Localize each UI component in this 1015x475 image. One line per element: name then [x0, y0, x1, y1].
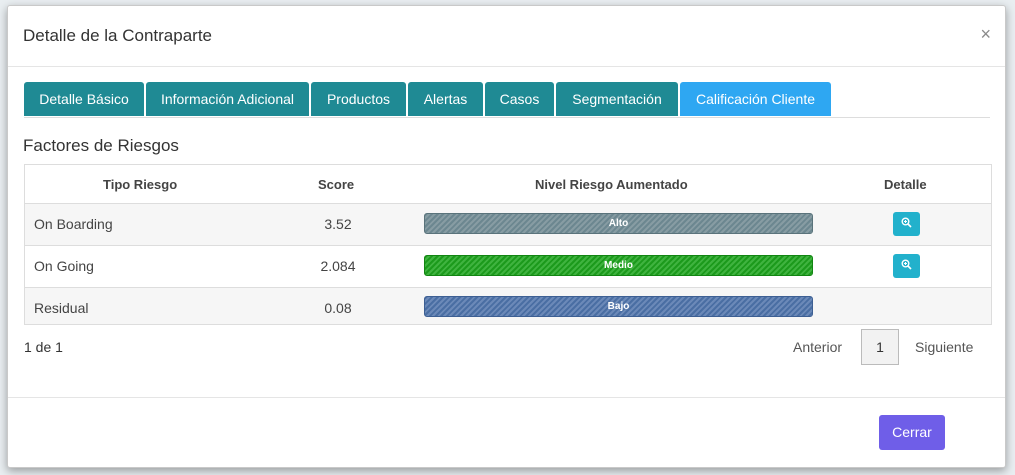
risk-score: 0.08 — [324, 300, 352, 316]
table-row: On Going 2.084 Medio — [25, 246, 991, 288]
table-row: Residual 0.08 Bajo — [25, 288, 991, 324]
tab-productos[interactable]: Productos — [311, 82, 406, 116]
zoom-in-icon — [901, 217, 912, 228]
header-detalle: Detalle — [884, 177, 927, 192]
previous-page-button[interactable]: Anterior — [793, 339, 842, 355]
risk-level-bar: Medio — [424, 255, 813, 276]
risk-type: On Going — [34, 258, 94, 274]
tab-segmentacion[interactable]: Segmentación — [556, 82, 678, 116]
modal-footer: Cerrar — [8, 397, 1005, 468]
table-row: On Boarding 3.52 Alto — [25, 204, 991, 246]
tab-detalle-basico[interactable]: Detalle Básico — [24, 82, 144, 116]
zoom-in-icon — [901, 259, 912, 270]
header-nivel-riesgo: Nivel Riesgo Aumentado — [535, 177, 688, 192]
pagination-info: 1 de 1 — [24, 339, 63, 355]
counterparty-detail-modal: Detalle de la Contraparte × Detalle Bási… — [7, 5, 1006, 468]
header-tipo-riesgo: Tipo Riesgo — [103, 177, 178, 192]
risk-score: 3.52 — [324, 216, 352, 232]
risk-score: 2.084 — [320, 258, 356, 274]
modal-title: Detalle de la Contraparte — [23, 26, 213, 45]
tab-informacion-adicional[interactable]: Información Adicional — [146, 82, 309, 116]
page-number-button[interactable]: 1 — [861, 329, 899, 365]
risk-level-bar: Bajo — [424, 296, 813, 317]
close-icon[interactable]: × — [980, 24, 991, 45]
tab-bar: Detalle Básico Información Adicional Pro… — [24, 82, 990, 118]
next-page-button[interactable]: Siguiente — [915, 339, 973, 355]
tab-calificacion-cliente[interactable]: Calificación Cliente — [680, 82, 831, 116]
detail-button[interactable] — [893, 212, 920, 236]
tab-casos[interactable]: Casos — [485, 82, 554, 116]
risk-type: Residual — [34, 300, 89, 316]
section-title: Factores de Riesgos — [23, 136, 179, 155]
header-score: Score — [318, 177, 355, 192]
risk-type: On Boarding — [34, 216, 113, 232]
tab-alertas[interactable]: Alertas — [408, 82, 483, 116]
risk-level-bar: Alto — [424, 213, 813, 234]
risk-factors-table: Tipo Riesgo Score Nivel Riesgo Aumentado… — [24, 164, 992, 325]
table-header: Tipo Riesgo Score Nivel Riesgo Aumentado… — [25, 165, 991, 204]
modal-header: Detalle de la Contraparte × — [8, 6, 1005, 67]
detail-button[interactable] — [893, 254, 920, 278]
close-button[interactable]: Cerrar — [879, 415, 945, 450]
